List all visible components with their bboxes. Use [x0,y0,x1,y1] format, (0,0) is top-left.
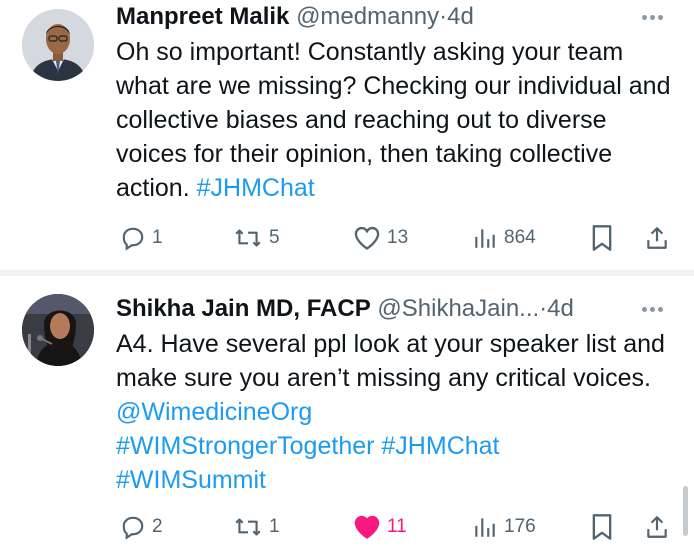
view-count: 864 [504,227,536,248]
like-count: 11 [387,516,407,537]
tweet-actions: 2 1 11 176 [116,512,676,542]
repost-count: 5 [269,227,280,248]
repost-icon [235,518,261,536]
tweet-text: Oh so important! Constantly asking your … [116,35,676,205]
bookmark-button[interactable] [590,223,614,253]
timestamp[interactable]: 4d [547,295,574,322]
heart-filled-icon [354,515,380,539]
bookmark-button[interactable] [590,512,614,542]
heart-icon [354,226,380,250]
scrollbar[interactable] [683,486,688,536]
like-button[interactable]: 11 [353,512,407,542]
more-options-icon[interactable] [636,2,668,32]
repost-button[interactable]: 5 [233,223,280,253]
separator-dot: · [539,295,548,322]
views-icon [475,518,495,537]
tweet-header: Manpreet Malik @medmanny·4d [116,2,474,32]
like-button[interactable]: 13 [353,223,408,253]
more-options-icon[interactable] [636,294,668,324]
author-handle[interactable]: @ShikhaJain... [377,295,539,322]
reply-count: 1 [152,227,163,248]
reply-count: 2 [152,516,163,537]
reply-icon [122,227,144,251]
views-button[interactable]: 176 [472,512,536,542]
views-button[interactable]: 864 [472,223,536,253]
reply-icon [122,516,144,540]
mention-link[interactable]: @WimedicineOrg [116,398,312,426]
repost-count: 1 [269,516,280,537]
tweet[interactable]: Shikha Jain MD, FACP @ShikhaJain...·4d A… [0,276,694,553]
share-button[interactable] [644,512,670,542]
reply-button[interactable]: 2 [120,512,163,542]
timestamp[interactable]: 4d [447,3,474,30]
view-count: 176 [504,516,536,537]
views-icon [475,229,495,248]
tweet-header: Shikha Jain MD, FACP @ShikhaJain...·4d [116,294,574,324]
tweet-actions: 1 5 13 864 [116,223,676,253]
tweet-text: A4. Have several ppl look at your speake… [116,327,676,497]
bookmark-icon [592,514,612,540]
bookmark-icon [592,225,612,251]
avatar[interactable] [22,294,94,366]
author-handle[interactable]: @medmanny [296,3,439,30]
author-name[interactable]: Manpreet Malik [116,3,289,30]
separator-dot: · [439,3,448,30]
repost-button[interactable]: 1 [233,512,280,542]
hashtag-link[interactable]: #JHMChat [197,174,315,202]
author-name[interactable]: Shikha Jain MD, FACP [116,295,371,322]
repost-icon [235,229,261,247]
share-button[interactable] [644,223,670,253]
share-icon [647,516,667,538]
hashtag-link[interactable]: #JHMChat [381,432,499,460]
hashtag-link[interactable]: #WIMStrongerTogether [116,432,374,460]
speaker-photo [22,294,94,366]
tweet[interactable]: Manpreet Malik @medmanny·4d Oh so import… [0,0,694,270]
headshot-photo [22,9,94,81]
share-icon [647,227,667,249]
tweet-body-text: A4. Have several ppl look at your speake… [116,330,665,392]
hashtag-link[interactable]: #WIMSummit [116,466,266,494]
avatar[interactable] [22,9,94,81]
reply-button[interactable]: 1 [120,223,163,253]
like-count: 13 [387,227,409,248]
